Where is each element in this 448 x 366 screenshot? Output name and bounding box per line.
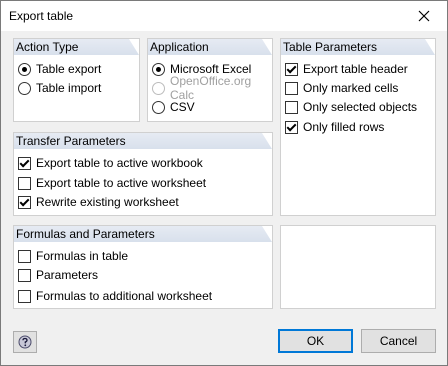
checkbox-export-table-header[interactable]: Export table header [285,60,408,78]
radio-label: CSV [170,100,195,114]
formulas-parameters-heading: Formulas and Parameters [14,226,272,242]
checkbox-label: Rewrite existing worksheet [36,195,179,209]
checkbox-export-active-worksheet[interactable]: Export table to active worksheet [18,174,206,192]
checkbox-label: Export table to active worksheet [36,176,207,190]
radio-label: Table export [36,62,102,76]
checkbox-indicator[interactable] [285,62,298,76]
table-parameters-heading: Table Parameters [281,39,435,55]
ok-label: OK [306,334,325,348]
checkbox-label: Only selected objects [303,100,418,114]
checkbox-only-marked-cells[interactable]: Only marked cells [285,79,398,97]
transfer-parameters-group: Transfer Parameters Export table to acti… [13,132,273,216]
help-button[interactable] [13,331,37,353]
close-icon [418,10,430,22]
radio-indicator[interactable] [152,62,165,76]
application-group: Application Microsoft Excel OpenOffice.o… [147,38,273,122]
formulas-parameters-group: Formulas and Parameters Formulas in tabl… [13,225,273,309]
close-button[interactable] [401,1,447,31]
radio-indicator[interactable] [152,100,165,114]
checkbox-only-selected-objects[interactable]: Only selected objects [285,98,417,116]
radio-indicator[interactable] [18,81,31,95]
checkbox-label: Export table to active workbook [36,156,203,170]
table-parameters-group: Table Parameters Export table header Onl… [280,38,436,216]
checkbox-label: Parameters [36,268,99,282]
cancel-label: Cancel [379,334,418,348]
checkbox-formulas-in-table[interactable]: Formulas in table [18,247,128,265]
export-table-dialog: Export table Action Type Table export Ta… [0,0,448,366]
checkbox-parameters[interactable]: Parameters [18,266,98,284]
checkbox-indicator[interactable] [18,268,31,282]
ok-button[interactable]: OK [278,329,353,353]
checkbox-label: Export table header [303,62,408,76]
action-type-group: Action Type Table export Table import [13,38,140,122]
checkbox-indicator[interactable] [18,195,31,209]
checkbox-indicator[interactable] [18,289,31,303]
radio-indicator [152,81,165,95]
checkbox-indicator[interactable] [285,81,298,95]
checkbox-label: Only marked cells [303,81,399,95]
radio-label: Table import [36,81,102,95]
application-heading: Application [148,39,272,55]
checkbox-formulas-additional-worksheet[interactable]: Formulas to additional worksheet [18,287,212,305]
checkbox-indicator[interactable] [18,176,31,190]
radio-openoffice-calc: OpenOffice.org Calc [152,74,272,102]
checkbox-label: Only filled rows [303,120,385,134]
checkbox-rewrite-existing-worksheet[interactable]: Rewrite existing worksheet [18,193,179,211]
checkbox-export-active-workbook[interactable]: Export table to active workbook [18,154,203,172]
cancel-button[interactable]: Cancel [361,329,436,353]
transfer-parameters-heading: Transfer Parameters [14,133,272,149]
help-icon [18,335,32,349]
checkbox-indicator[interactable] [285,120,298,134]
radio-csv[interactable]: CSV [152,98,195,116]
window-title: Export table [9,9,74,23]
checkbox-indicator[interactable] [18,249,31,263]
radio-table-import[interactable]: Table import [18,79,101,97]
checkbox-indicator[interactable] [285,100,298,114]
checkbox-indicator[interactable] [18,156,31,170]
checkbox-label: Formulas in table [36,249,129,263]
title-bar: Export table [1,1,447,31]
action-type-heading: Action Type [14,39,139,55]
radio-table-export[interactable]: Table export [18,60,101,78]
checkbox-label: Formulas to additional worksheet [36,289,213,303]
checkbox-only-filled-rows[interactable]: Only filled rows [285,118,384,136]
radio-indicator[interactable] [18,62,31,76]
empty-panel [280,225,436,309]
